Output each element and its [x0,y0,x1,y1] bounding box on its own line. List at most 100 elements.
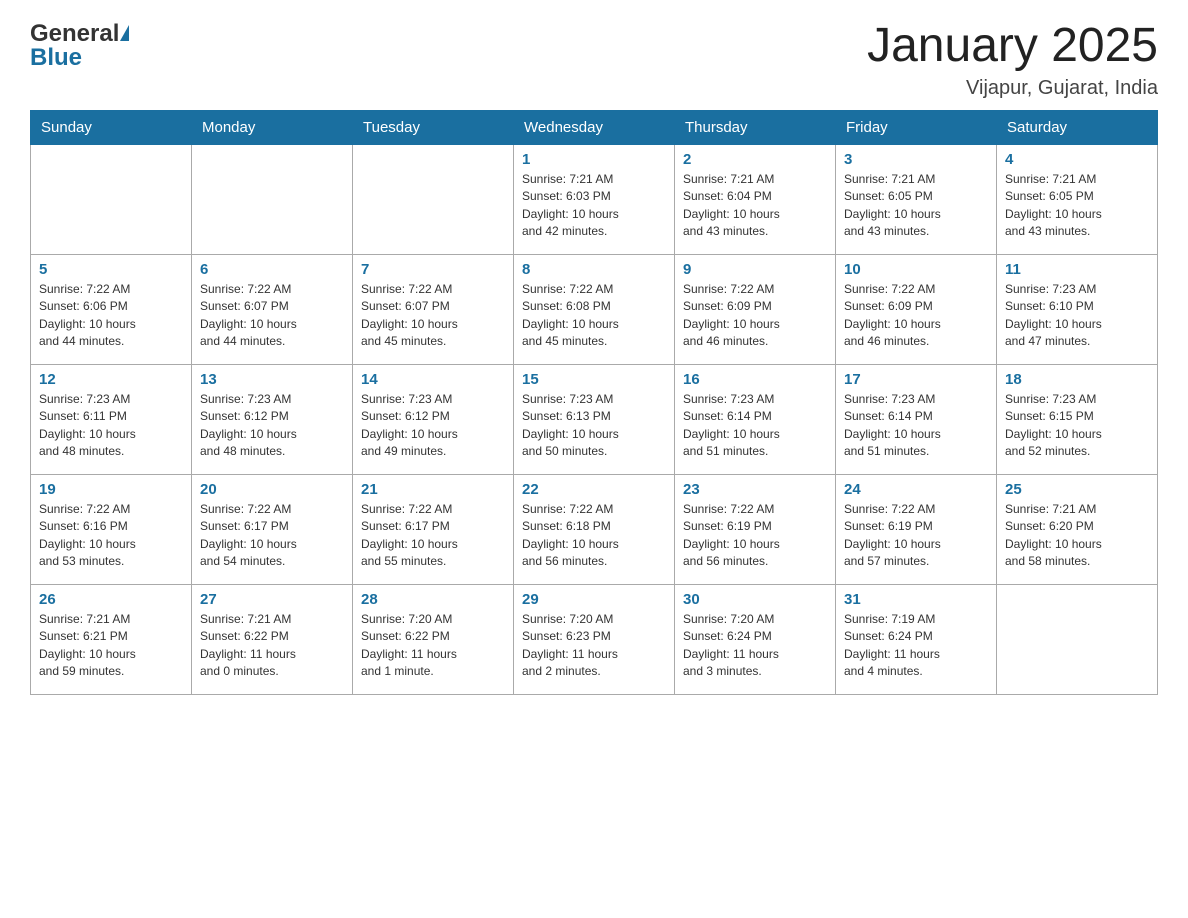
day-header-wednesday: Wednesday [514,110,675,144]
day-info: Sunrise: 7:23 AM Sunset: 6:15 PM Dayligh… [1005,391,1149,461]
calendar-cell: 26 Sunrise: 7:21 AM Sunset: 6:21 PM Dayli… [31,584,192,694]
day-header-monday: Monday [192,110,353,144]
day-info: Sunrise: 7:23 AM Sunset: 6:14 PM Dayligh… [844,391,988,461]
calendar-cell: 8Sunrise: 7:22 AM Sunset: 6:08 PM Daylig… [514,254,675,364]
calendar-cell: 5 Sunrise: 7:22 AM Sunset: 6:06 PM Daylig… [31,254,192,364]
day-header-saturday: Saturday [997,110,1158,144]
location-title: Vijapur, Gujarat, India [867,77,1158,100]
day-number: 17 [844,371,988,388]
day-number: 1 [522,151,666,168]
day-number: 3 [844,151,988,168]
calendar-cell: 6 Sunrise: 7:22 AM Sunset: 6:07 PM Daylig… [192,254,353,364]
day-number: 26 [39,591,183,608]
day-info: Sunrise: 7:21 AM Sunset: 6:20 PM Dayligh… [1005,501,1149,571]
day-info: Sunrise: 7:22 AM Sunset: 6:07 PM Dayligh… [361,281,505,351]
day-number: 5 [39,261,183,278]
day-number: 9 [683,261,827,278]
calendar-cell: 23 Sunrise: 7:22 AM Sunset: 6:19 PM Dayli… [675,474,836,584]
day-number: 13 [200,371,344,388]
day-number: 7 [361,261,505,278]
calendar-cell: 12Sunrise: 7:23 AM Sunset: 6:11 PM Dayli… [31,364,192,474]
calendar-table: SundayMondayTuesdayWednesdayThursdayFrid… [30,110,1158,695]
day-info: Sunrise: 7:23 AM Sunset: 6:11 PM Dayligh… [39,391,183,461]
day-info: Sunrise: 7:22 AM Sunset: 6:17 PM Dayligh… [200,501,344,571]
calendar-cell: 19 Sunrise: 7:22 AM Sunset: 6:16 PM Dayli… [31,474,192,584]
month-title: January 2025 [867,20,1158,73]
day-number: 21 [361,481,505,498]
calendar-cell: 13 Sunrise: 7:23 AM Sunset: 6:12 PM Dayli… [192,364,353,474]
logo: General Blue [30,20,129,72]
day-info: Sunrise: 7:23 AM Sunset: 6:12 PM Dayligh… [361,391,505,461]
day-number: 24 [844,481,988,498]
day-number: 22 [522,481,666,498]
calendar-cell: 25 Sunrise: 7:21 AM Sunset: 6:20 PM Dayli… [997,474,1158,584]
calendar-cell: 10Sunrise: 7:22 AM Sunset: 6:09 PM Dayli… [836,254,997,364]
day-header-friday: Friday [836,110,997,144]
calendar-cell: 21Sunrise: 7:22 AM Sunset: 6:17 PM Dayli… [353,474,514,584]
title-section: January 2025 Vijapur, Gujarat, India [867,20,1158,100]
calendar-cell [31,144,192,254]
day-number: 10 [844,261,988,278]
calendar-cell: 16 Sunrise: 7:23 AM Sunset: 6:14 PM Dayli… [675,364,836,474]
day-number: 19 [39,481,183,498]
day-header-thursday: Thursday [675,110,836,144]
day-info: Sunrise: 7:22 AM Sunset: 6:19 PM Dayligh… [844,501,988,571]
day-info: Sunrise: 7:22 AM Sunset: 6:19 PM Dayligh… [683,501,827,571]
calendar-cell: 15Sunrise: 7:23 AM Sunset: 6:13 PM Dayli… [514,364,675,474]
day-info: Sunrise: 7:22 AM Sunset: 6:07 PM Dayligh… [200,281,344,351]
day-info: Sunrise: 7:22 AM Sunset: 6:16 PM Dayligh… [39,501,183,571]
day-info: Sunrise: 7:22 AM Sunset: 6:06 PM Dayligh… [39,281,183,351]
calendar-cell: 1 Sunrise: 7:21 AM Sunset: 6:03 PM Daylig… [514,144,675,254]
day-number: 28 [361,591,505,608]
calendar-body: 1 Sunrise: 7:21 AM Sunset: 6:03 PM Daylig… [31,144,1158,694]
day-info: Sunrise: 7:21 AM Sunset: 6:22 PM Dayligh… [200,611,344,681]
day-number: 25 [1005,481,1149,498]
calendar-cell [997,584,1158,694]
day-number: 31 [844,591,988,608]
calendar-cell: 22 Sunrise: 7:22 AM Sunset: 6:18 PM Dayli… [514,474,675,584]
calendar-cell: 24 Sunrise: 7:22 AM Sunset: 6:19 PM Dayli… [836,474,997,584]
day-info: Sunrise: 7:22 AM Sunset: 6:18 PM Dayligh… [522,501,666,571]
day-number: 30 [683,591,827,608]
day-number: 2 [683,151,827,168]
calendar-cell: 4Sunrise: 7:21 AM Sunset: 6:05 PM Daylig… [997,144,1158,254]
day-info: Sunrise: 7:23 AM Sunset: 6:13 PM Dayligh… [522,391,666,461]
logo-blue-text: Blue [30,44,82,72]
logo-triangle-icon [120,25,129,41]
calendar-week-row: 12Sunrise: 7:23 AM Sunset: 6:11 PM Dayli… [31,364,1158,474]
day-info: Sunrise: 7:21 AM Sunset: 6:04 PM Dayligh… [683,171,827,241]
day-number: 4 [1005,151,1149,168]
calendar-cell: 18 Sunrise: 7:23 AM Sunset: 6:15 PM Dayli… [997,364,1158,474]
day-header-tuesday: Tuesday [353,110,514,144]
day-info: Sunrise: 7:23 AM Sunset: 6:14 PM Dayligh… [683,391,827,461]
day-info: Sunrise: 7:20 AM Sunset: 6:22 PM Dayligh… [361,611,505,681]
calendar-week-row: 5 Sunrise: 7:22 AM Sunset: 6:06 PM Daylig… [31,254,1158,364]
calendar-week-row: 1 Sunrise: 7:21 AM Sunset: 6:03 PM Daylig… [31,144,1158,254]
calendar-cell [192,144,353,254]
calendar-cell: 20 Sunrise: 7:22 AM Sunset: 6:17 PM Dayli… [192,474,353,584]
day-number: 23 [683,481,827,498]
page-header: General Blue January 2025 Vijapur, Gujar… [30,20,1158,100]
day-info: Sunrise: 7:21 AM Sunset: 6:03 PM Dayligh… [522,171,666,241]
day-info: Sunrise: 7:21 AM Sunset: 6:21 PM Dayligh… [39,611,183,681]
day-info: Sunrise: 7:20 AM Sunset: 6:23 PM Dayligh… [522,611,666,681]
day-info: Sunrise: 7:23 AM Sunset: 6:10 PM Dayligh… [1005,281,1149,351]
day-number: 18 [1005,371,1149,388]
day-number: 6 [200,261,344,278]
calendar-cell: 14 Sunrise: 7:23 AM Sunset: 6:12 PM Dayli… [353,364,514,474]
days-header-row: SundayMondayTuesdayWednesdayThursdayFrid… [31,110,1158,144]
day-number: 20 [200,481,344,498]
calendar-cell: 3Sunrise: 7:21 AM Sunset: 6:05 PM Daylig… [836,144,997,254]
calendar-cell: 29Sunrise: 7:20 AM Sunset: 6:23 PM Dayli… [514,584,675,694]
calendar-cell: 17 Sunrise: 7:23 AM Sunset: 6:14 PM Dayli… [836,364,997,474]
calendar-cell: 7 Sunrise: 7:22 AM Sunset: 6:07 PM Daylig… [353,254,514,364]
day-number: 8 [522,261,666,278]
day-number: 16 [683,371,827,388]
day-info: Sunrise: 7:23 AM Sunset: 6:12 PM Dayligh… [200,391,344,461]
day-info: Sunrise: 7:20 AM Sunset: 6:24 PM Dayligh… [683,611,827,681]
calendar-cell: 2 Sunrise: 7:21 AM Sunset: 6:04 PM Daylig… [675,144,836,254]
calendar-week-row: 26 Sunrise: 7:21 AM Sunset: 6:21 PM Dayli… [31,584,1158,694]
day-number: 14 [361,371,505,388]
day-header-sunday: Sunday [31,110,192,144]
day-info: Sunrise: 7:22 AM Sunset: 6:09 PM Dayligh… [683,281,827,351]
